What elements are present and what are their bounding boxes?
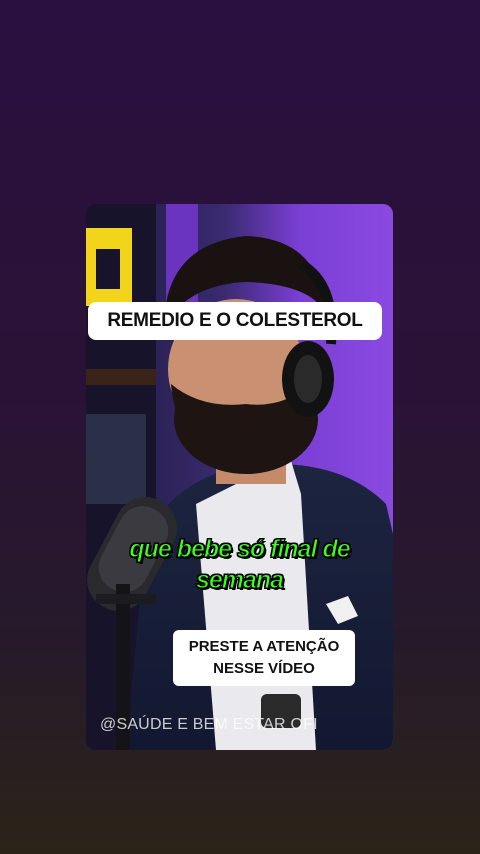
reel-screen: { "video": { "title_banner": "REMEDIO E … <box>0 0 480 854</box>
video-player[interactable]: REMEDIO E O COLESTEROL que bebe só final… <box>86 204 393 750</box>
caption-line-2: semana <box>195 566 284 595</box>
title-banner-text: REMEDIO E O COLESTEROL <box>107 310 363 331</box>
caption-line-1: que bebe só final de <box>129 535 351 564</box>
title-banner: REMEDIO E O COLESTEROL <box>88 302 382 340</box>
attention-line-2: NESSE VÍDEO <box>213 660 315 677</box>
attention-line-1: PRESTE A ATENÇÃO <box>188 638 340 655</box>
caption-subtitle: que bebe só final de semana <box>86 534 393 596</box>
channel-watermark: @SAÚDE E BEM ESTAR OFI <box>100 716 318 733</box>
attention-callout: PRESTE A ATENÇÃO NESSE VÍDEO <box>173 630 355 686</box>
